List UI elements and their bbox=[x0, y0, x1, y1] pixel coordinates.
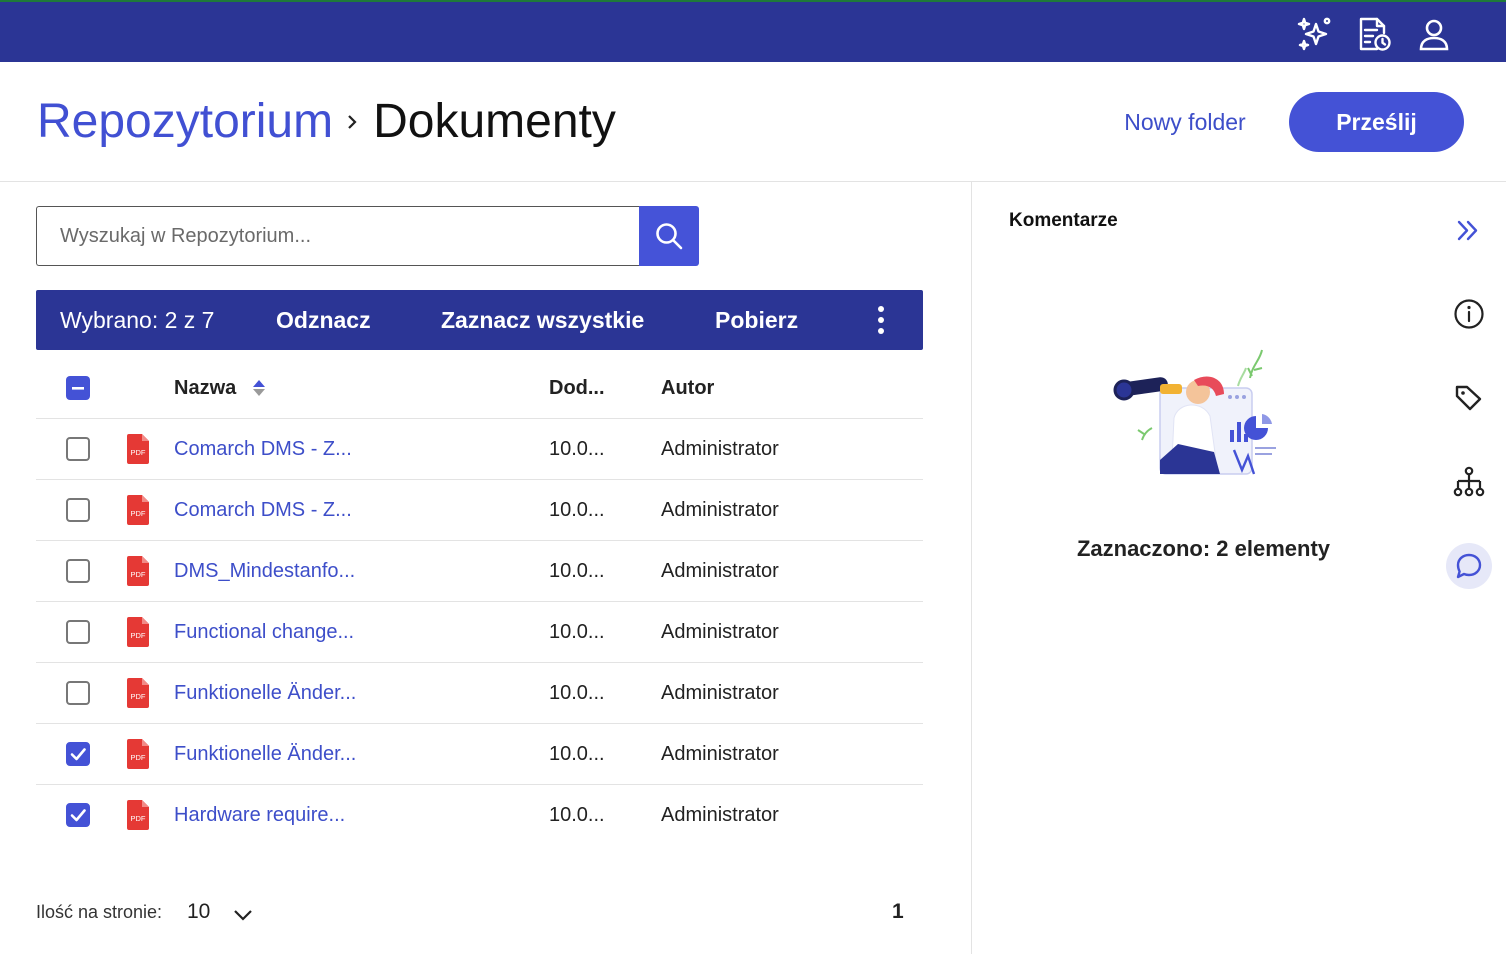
pdf-icon-label: PDF bbox=[131, 448, 146, 457]
per-page-value[interactable]: 10 bbox=[187, 900, 210, 924]
pdf-file-icon: PDF bbox=[127, 739, 149, 769]
documents-table: PDF Comarch DMS - Z... 10.0... Administr… bbox=[36, 419, 923, 846]
sparkles-icon[interactable] bbox=[1294, 14, 1334, 54]
column-header-name[interactable]: Nazwa bbox=[174, 358, 266, 418]
author: Administrator bbox=[661, 681, 779, 704]
chevron-right-icon bbox=[345, 112, 359, 132]
row-checkbox[interactable] bbox=[66, 498, 90, 522]
table-row[interactable]: PDF Comarch DMS - Z... 10.0... Administr… bbox=[36, 419, 923, 480]
author: Administrator bbox=[661, 803, 779, 826]
selection-message: Zaznaczono: 2 elementy bbox=[1076, 536, 1331, 561]
pdf-icon-label: PDF bbox=[131, 814, 146, 823]
author: Administrator bbox=[661, 742, 779, 765]
pdf-file-icon: PDF bbox=[127, 617, 149, 647]
download-button[interactable]: Pobierz bbox=[715, 290, 798, 350]
per-page-label: Ilość na stronie: bbox=[36, 902, 163, 922]
row-checkbox[interactable] bbox=[66, 681, 90, 705]
checkmark-icon bbox=[70, 809, 86, 822]
search-icon bbox=[656, 223, 683, 250]
pdf-file-icon: PDF bbox=[127, 678, 149, 708]
select-all-checkbox[interactable] bbox=[66, 376, 90, 400]
pdf-file-icon: PDF bbox=[127, 556, 149, 586]
breadcrumb-root[interactable]: Repozytorium bbox=[37, 92, 333, 152]
file-name-link[interactable]: Funktionelle Änder... bbox=[174, 724, 356, 784]
tag-icon[interactable] bbox=[1446, 375, 1492, 421]
author: Administrator bbox=[661, 559, 779, 582]
page-header: Repozytorium Dokumenty Nowy folder Prześ… bbox=[0, 62, 1506, 182]
details-panel: Komentarze Zaznaczono: 2 elementy bbox=[971, 182, 1506, 954]
info-icon[interactable] bbox=[1446, 291, 1492, 337]
table-row[interactable]: PDF Functional change... 10.0... Adminis… bbox=[36, 602, 923, 663]
row-checkbox[interactable] bbox=[66, 620, 90, 644]
pdf-file-icon: PDF bbox=[127, 434, 149, 464]
column-name-label: Nazwa bbox=[174, 376, 237, 399]
page-title: Dokumenty bbox=[373, 95, 616, 148]
table-row[interactable]: PDF Comarch DMS - Z... 10.0... Administr… bbox=[36, 480, 923, 541]
user-icon[interactable] bbox=[1414, 14, 1454, 54]
row-checkbox[interactable] bbox=[66, 559, 90, 583]
table-row[interactable]: PDF Funktionelle Änder... 10.0... Admini… bbox=[36, 663, 923, 724]
document-clock-icon[interactable] bbox=[1354, 14, 1394, 54]
more-vertical-icon[interactable] bbox=[866, 300, 896, 340]
table-header: Nazwa Dod... Autor bbox=[36, 358, 923, 419]
author: Administrator bbox=[661, 620, 779, 643]
file-name-link[interactable]: Functional change... bbox=[174, 602, 354, 662]
column-header-author[interactable]: Autor bbox=[661, 358, 714, 418]
selection-bar: Wybrano: 2 z 7 Odznacz Zaznacz wszystkie… bbox=[36, 290, 923, 350]
date-added: 10.0... bbox=[549, 803, 605, 826]
top-bar bbox=[0, 0, 1506, 62]
pdf-icon-label: PDF bbox=[131, 631, 146, 640]
panel-title: Komentarze bbox=[1009, 210, 1118, 231]
table-row[interactable]: PDF DMS_Mindestanfo... 10.0... Administr… bbox=[36, 541, 923, 602]
empty-state-illustration bbox=[1113, 349, 1276, 475]
file-name-link[interactable]: Comarch DMS - Z... bbox=[174, 480, 352, 540]
search-button[interactable] bbox=[639, 206, 699, 266]
documents-panel: Wybrano: 2 z 7 Odznacz Zaznacz wszystkie… bbox=[0, 182, 971, 954]
row-checkbox[interactable] bbox=[66, 437, 90, 461]
deselect-button[interactable]: Odznacz bbox=[276, 290, 371, 350]
table-row[interactable]: PDF Funktionelle Änder... 10.0... Admini… bbox=[36, 724, 923, 785]
pdf-icon-label: PDF bbox=[131, 509, 146, 518]
table-row[interactable]: PDF Hardware require... 10.0... Administ… bbox=[36, 785, 923, 846]
file-name-link[interactable]: Funktionelle Änder... bbox=[174, 663, 356, 723]
pdf-icon-label: PDF bbox=[131, 570, 146, 579]
row-checkbox[interactable] bbox=[66, 803, 90, 827]
upload-button[interactable]: Prześlij bbox=[1289, 92, 1464, 152]
author: Administrator bbox=[661, 498, 779, 521]
pdf-icon-label: PDF bbox=[131, 753, 146, 762]
pdf-file-icon: PDF bbox=[127, 495, 149, 525]
row-checkbox[interactable] bbox=[66, 742, 90, 766]
page-number[interactable]: 1 bbox=[892, 900, 904, 924]
collapse-panel-icon[interactable] bbox=[1453, 216, 1483, 246]
sort-icon[interactable] bbox=[252, 378, 266, 398]
breadcrumb: Repozytorium Dokumenty bbox=[37, 92, 616, 152]
new-folder-button[interactable]: Nowy folder bbox=[1110, 92, 1260, 152]
select-all-button[interactable]: Zaznacz wszystkie bbox=[441, 290, 644, 350]
date-added: 10.0... bbox=[549, 742, 605, 765]
date-added: 10.0... bbox=[549, 437, 605, 460]
checkmark-icon bbox=[70, 748, 86, 761]
hierarchy-icon[interactable] bbox=[1446, 459, 1492, 505]
pdf-icon-label: PDF bbox=[131, 692, 146, 701]
comment-icon[interactable] bbox=[1446, 543, 1492, 589]
selection-count: Wybrano: 2 z 7 bbox=[60, 306, 215, 333]
date-added: 10.0... bbox=[549, 498, 605, 521]
column-header-date[interactable]: Dod... bbox=[549, 358, 605, 418]
file-name-link[interactable]: DMS_Mindestanfo... bbox=[174, 541, 355, 601]
author: Administrator bbox=[661, 437, 779, 460]
chevron-down-icon[interactable] bbox=[232, 904, 254, 926]
date-added: 10.0... bbox=[549, 681, 605, 704]
file-name-link[interactable]: Hardware require... bbox=[174, 785, 345, 845]
search-box bbox=[36, 206, 640, 266]
file-name-link[interactable]: Comarch DMS - Z... bbox=[174, 419, 352, 479]
search-input[interactable] bbox=[60, 224, 620, 248]
date-added: 10.0... bbox=[549, 559, 605, 582]
date-added: 10.0... bbox=[549, 620, 605, 643]
pdf-file-icon: PDF bbox=[127, 800, 149, 830]
